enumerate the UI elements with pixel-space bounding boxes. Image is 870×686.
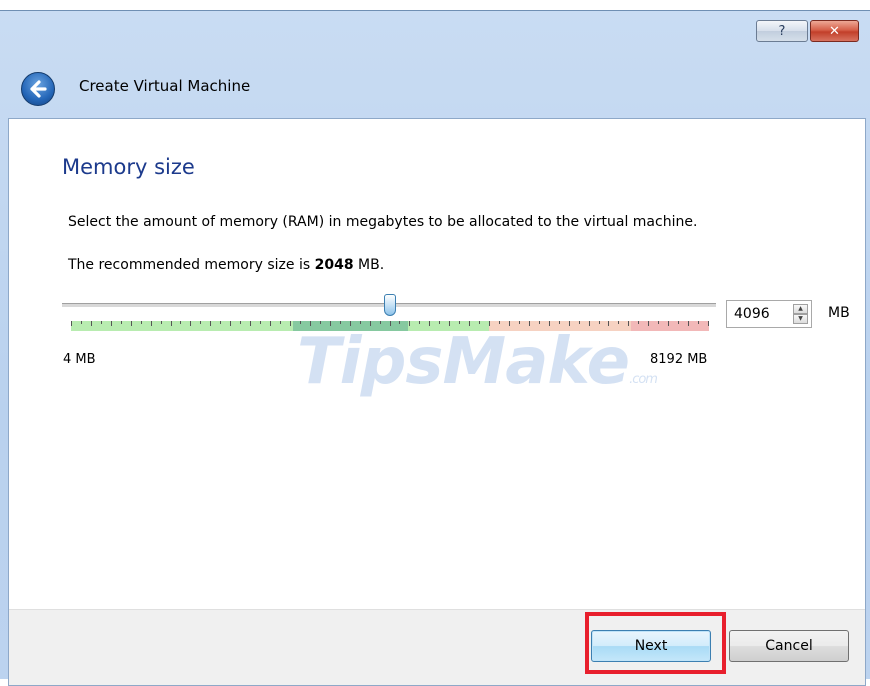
slider-tick bbox=[688, 321, 689, 326]
slider-tick bbox=[260, 321, 261, 324]
slider-tick bbox=[320, 321, 321, 324]
window-title: Create Virtual Machine bbox=[79, 77, 251, 95]
memory-input[interactable] bbox=[727, 301, 791, 327]
slider-tick bbox=[240, 321, 241, 324]
slider-tick bbox=[131, 321, 132, 326]
slider-tick bbox=[459, 321, 460, 324]
slider-tick bbox=[678, 321, 679, 324]
slider-tick bbox=[171, 321, 172, 326]
slider-tick bbox=[380, 321, 381, 324]
slider-tick bbox=[290, 321, 291, 326]
slider-tick bbox=[230, 321, 231, 326]
slider-tick bbox=[71, 321, 72, 326]
memory-spinbox[interactable]: ▲ ▼ bbox=[726, 300, 812, 328]
back-arrow-icon bbox=[30, 80, 47, 98]
description-text: Select the amount of memory (RAM) in meg… bbox=[68, 214, 698, 230]
slider-tick bbox=[151, 321, 152, 326]
memory-slider-thumb[interactable] bbox=[384, 294, 396, 316]
slider-tick bbox=[618, 321, 619, 324]
slider-tick bbox=[250, 321, 251, 326]
slider-tick bbox=[399, 321, 400, 324]
slider-tick bbox=[190, 321, 191, 326]
slider-tick bbox=[658, 321, 659, 324]
window: ? ✕ Create Virtual Machine Memory size S… bbox=[0, 10, 870, 686]
help-button[interactable]: ? bbox=[756, 20, 808, 42]
slider-tick bbox=[539, 321, 540, 324]
slider-tick bbox=[180, 321, 181, 324]
slider-tick bbox=[519, 321, 520, 324]
close-icon: ✕ bbox=[829, 23, 840, 39]
slider-tick bbox=[220, 321, 221, 324]
slider-tick bbox=[698, 321, 699, 324]
slider-tick bbox=[579, 321, 580, 324]
close-button[interactable]: ✕ bbox=[810, 20, 859, 42]
slider-tick bbox=[499, 321, 500, 324]
slider-tick bbox=[668, 321, 669, 326]
spin-down-icon[interactable]: ▼ bbox=[793, 314, 808, 324]
slider-tick bbox=[270, 321, 271, 326]
spin-up-icon[interactable]: ▲ bbox=[793, 304, 808, 314]
max-memory-label: 8192 MB bbox=[650, 352, 708, 367]
slider-tick bbox=[111, 321, 112, 326]
slider-tick bbox=[638, 321, 639, 324]
wizard-content: Memory size Select the amount of memory … bbox=[8, 118, 866, 686]
slider-tick bbox=[121, 321, 122, 324]
slider-tick bbox=[280, 321, 281, 324]
next-button-highlight bbox=[585, 612, 726, 674]
page-title: Memory size bbox=[62, 155, 195, 179]
slider-tick bbox=[419, 321, 420, 324]
slider-tick bbox=[141, 321, 142, 324]
slider-tick bbox=[161, 321, 162, 324]
min-memory-label: 4 MB bbox=[63, 352, 96, 367]
watermark-logo: TipsMake.com bbox=[297, 325, 658, 399]
cancel-button[interactable]: Cancel bbox=[729, 630, 849, 662]
recommendation-text: The recommended memory size is 2048 MB. bbox=[68, 257, 385, 273]
slider-tick bbox=[439, 321, 440, 324]
back-button[interactable] bbox=[21, 72, 55, 106]
slider-tick bbox=[340, 321, 341, 324]
slider-tick bbox=[200, 321, 201, 324]
slider-tick bbox=[91, 321, 92, 326]
slider-tick bbox=[708, 321, 709, 326]
slider-tick bbox=[300, 321, 301, 324]
slider-tick bbox=[81, 321, 82, 324]
slider-tick bbox=[599, 321, 600, 324]
slider-tick bbox=[360, 321, 361, 324]
memory-unit-label: MB bbox=[828, 305, 850, 321]
help-icon: ? bbox=[778, 23, 786, 39]
slider-tick bbox=[210, 321, 211, 326]
recommended-value: 2048 bbox=[314, 257, 354, 273]
slider-tick bbox=[101, 321, 102, 324]
slider-tick bbox=[559, 321, 560, 324]
slider-tick bbox=[479, 321, 480, 324]
